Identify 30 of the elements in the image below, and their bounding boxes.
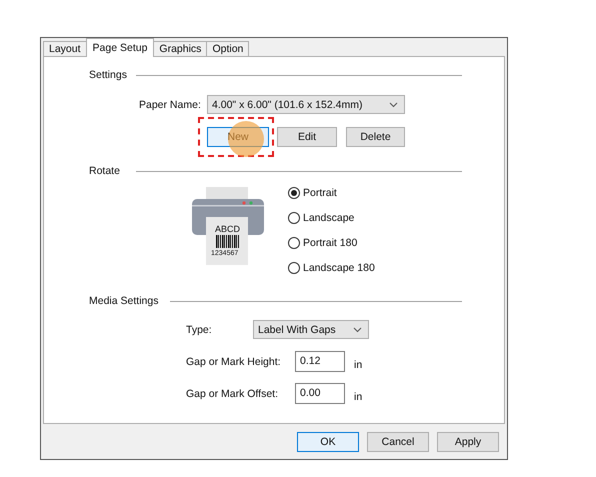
cursor-highlight xyxy=(228,121,264,157)
tab[interactable]: Page Setup xyxy=(86,38,154,57)
unit-label: in xyxy=(354,358,362,370)
type-label: Type: xyxy=(186,324,213,336)
ok-button[interactable]: OK xyxy=(297,432,359,452)
edit-button[interactable]: Edit xyxy=(277,127,337,147)
paper-name-label: Paper Name: xyxy=(139,98,202,110)
radio-option[interactable]: Portrait xyxy=(288,187,375,199)
tab[interactable]: Graphics xyxy=(153,41,208,57)
radio-option[interactable]: Portrait 180 xyxy=(288,237,375,249)
paper-name-dropdown[interactable]: 4.00" x 6.00" (101.6 x 152.4mm) xyxy=(207,95,405,114)
radio-option[interactable]: Landscape xyxy=(288,212,375,224)
label-text: ABCD xyxy=(215,224,240,234)
tab[interactable]: Layout xyxy=(43,41,87,57)
chevron-down-icon xyxy=(389,102,398,108)
delete-button[interactable]: Delete xyxy=(346,127,405,147)
unit-label: in xyxy=(354,390,362,402)
tab[interactable]: Option xyxy=(206,41,250,57)
cancel-button[interactable]: Cancel xyxy=(367,432,429,452)
value-field[interactable]: 0.12 xyxy=(295,351,345,372)
apply-button[interactable]: Apply xyxy=(437,432,499,452)
radio-option[interactable]: Landscape 180 xyxy=(288,262,375,274)
field-label: Gap or Mark Offset: xyxy=(186,388,280,400)
value-field[interactable]: 0.00 xyxy=(295,383,345,404)
field-label: Gap or Mark Height: xyxy=(186,356,282,368)
section-heading: Settings xyxy=(89,69,128,81)
section-heading: Media Settings xyxy=(89,295,160,307)
section-heading: Rotate xyxy=(89,165,121,177)
type-dropdown[interactable]: Label With Gaps xyxy=(253,320,369,339)
chevron-down-icon xyxy=(353,326,362,332)
